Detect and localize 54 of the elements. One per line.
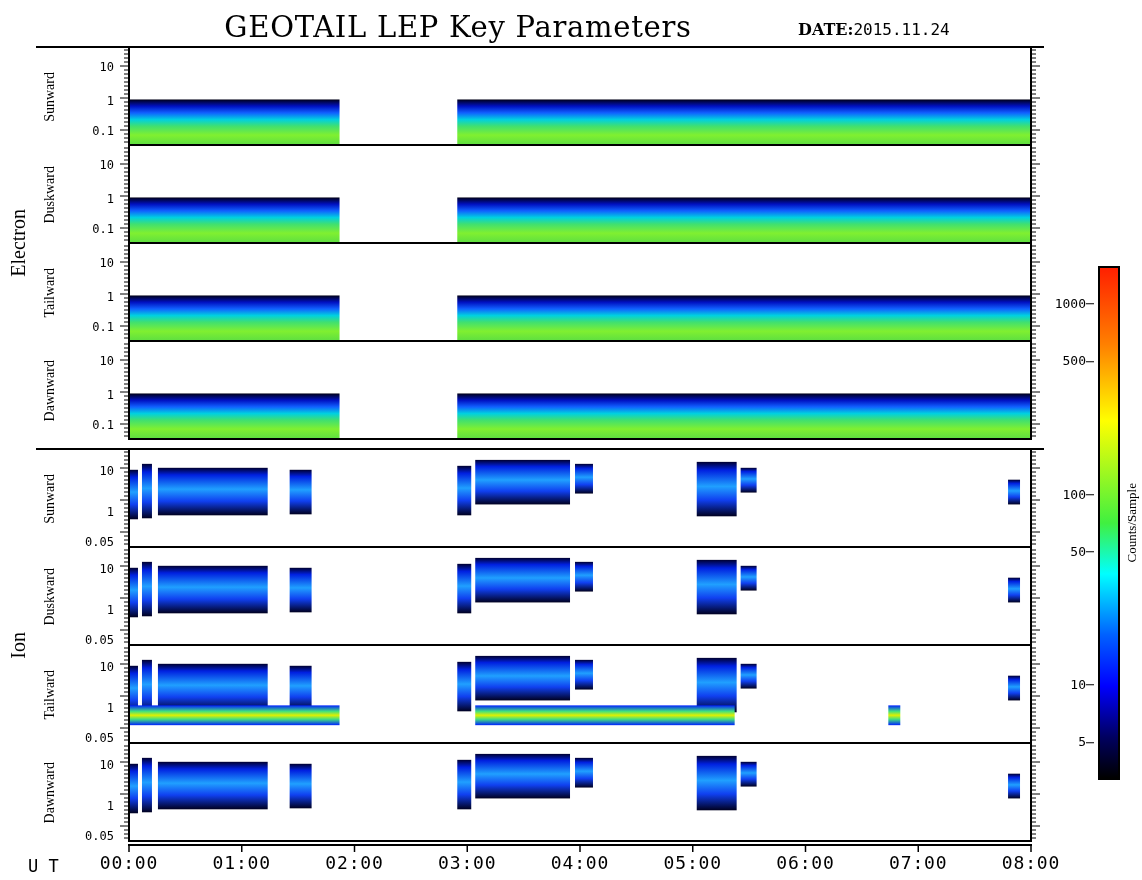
date-label: DATE:	[798, 19, 854, 41]
colorbar-tick-label: 500	[1061, 352, 1086, 371]
y-tick-label: 10	[99, 759, 114, 772]
time-tick-label: 07:00	[888, 854, 948, 872]
y-tick-label: 0.05	[85, 830, 114, 843]
y-tick-label: 10	[99, 563, 114, 576]
date-value: 2015.11.24	[853, 19, 950, 41]
y-tick-label: 1	[106, 389, 114, 402]
panel-label: Duskward	[40, 165, 58, 224]
y-tick-label: 10	[99, 355, 114, 368]
time-tick-label: 06:00	[776, 854, 835, 872]
time-tick-label: 02:00	[325, 854, 384, 872]
time-tick-label: 01:00	[212, 854, 272, 872]
colorbar-title: Counts/Sample	[1123, 483, 1141, 563]
y-tick-label: 1	[106, 291, 114, 304]
y-tick-label: 0.1	[92, 125, 114, 138]
y-tick-label: 0.1	[92, 223, 114, 236]
y-tick-label: 10	[99, 61, 114, 74]
y-tick-label: 0.1	[92, 419, 114, 432]
time-tick-label: 00:00	[99, 854, 159, 872]
panel-label: Sunward	[40, 71, 58, 122]
chart-title: GEOTAIL LEP Key Parameters	[224, 13, 692, 42]
y-tick-label: 10	[99, 465, 114, 478]
y-tick-label: 1	[106, 800, 114, 813]
y-tick-label: 1	[106, 95, 114, 108]
time-tick-label: 05:00	[663, 854, 723, 872]
colorbar-tick-label: 50	[1069, 543, 1086, 562]
y-tick-label: 0.1	[92, 321, 114, 334]
time-tick-label: 03:00	[437, 854, 497, 872]
colorbar-tick-label: 1000	[1053, 295, 1086, 314]
panel-label: Duskward	[40, 567, 58, 626]
time-tick-label: 08:00	[1001, 854, 1061, 872]
y-tick-label: 1	[106, 193, 114, 206]
group-label: Ion	[6, 631, 30, 659]
colorbar-tick-label: 10	[1069, 676, 1086, 695]
time-axis-label: U T	[27, 855, 60, 878]
panel-label: Tailward	[40, 669, 58, 720]
y-tick-label: 1	[106, 506, 114, 519]
y-tick-label: 10	[99, 661, 114, 674]
panel-label: Tailward	[40, 267, 58, 318]
y-tick-label: 0.05	[85, 732, 114, 745]
y-tick-label: 10	[99, 257, 114, 270]
time-tick-label: 04:00	[550, 854, 610, 872]
y-tick-label: 10	[99, 159, 114, 172]
group-label: Electron	[6, 209, 30, 277]
colorbar-tick-label: 100	[1061, 485, 1086, 504]
y-tick-label: 0.05	[85, 536, 114, 549]
y-tick-label: 1	[106, 702, 114, 715]
panel-label: Dawnward	[40, 359, 58, 422]
panel-label: Sunward	[40, 473, 58, 524]
panel-label: Dawnward	[40, 761, 58, 824]
y-tick-label: 1	[106, 604, 114, 617]
y-tick-label: 0.05	[85, 634, 114, 647]
colorbar-tick-label: 5	[1077, 733, 1086, 752]
